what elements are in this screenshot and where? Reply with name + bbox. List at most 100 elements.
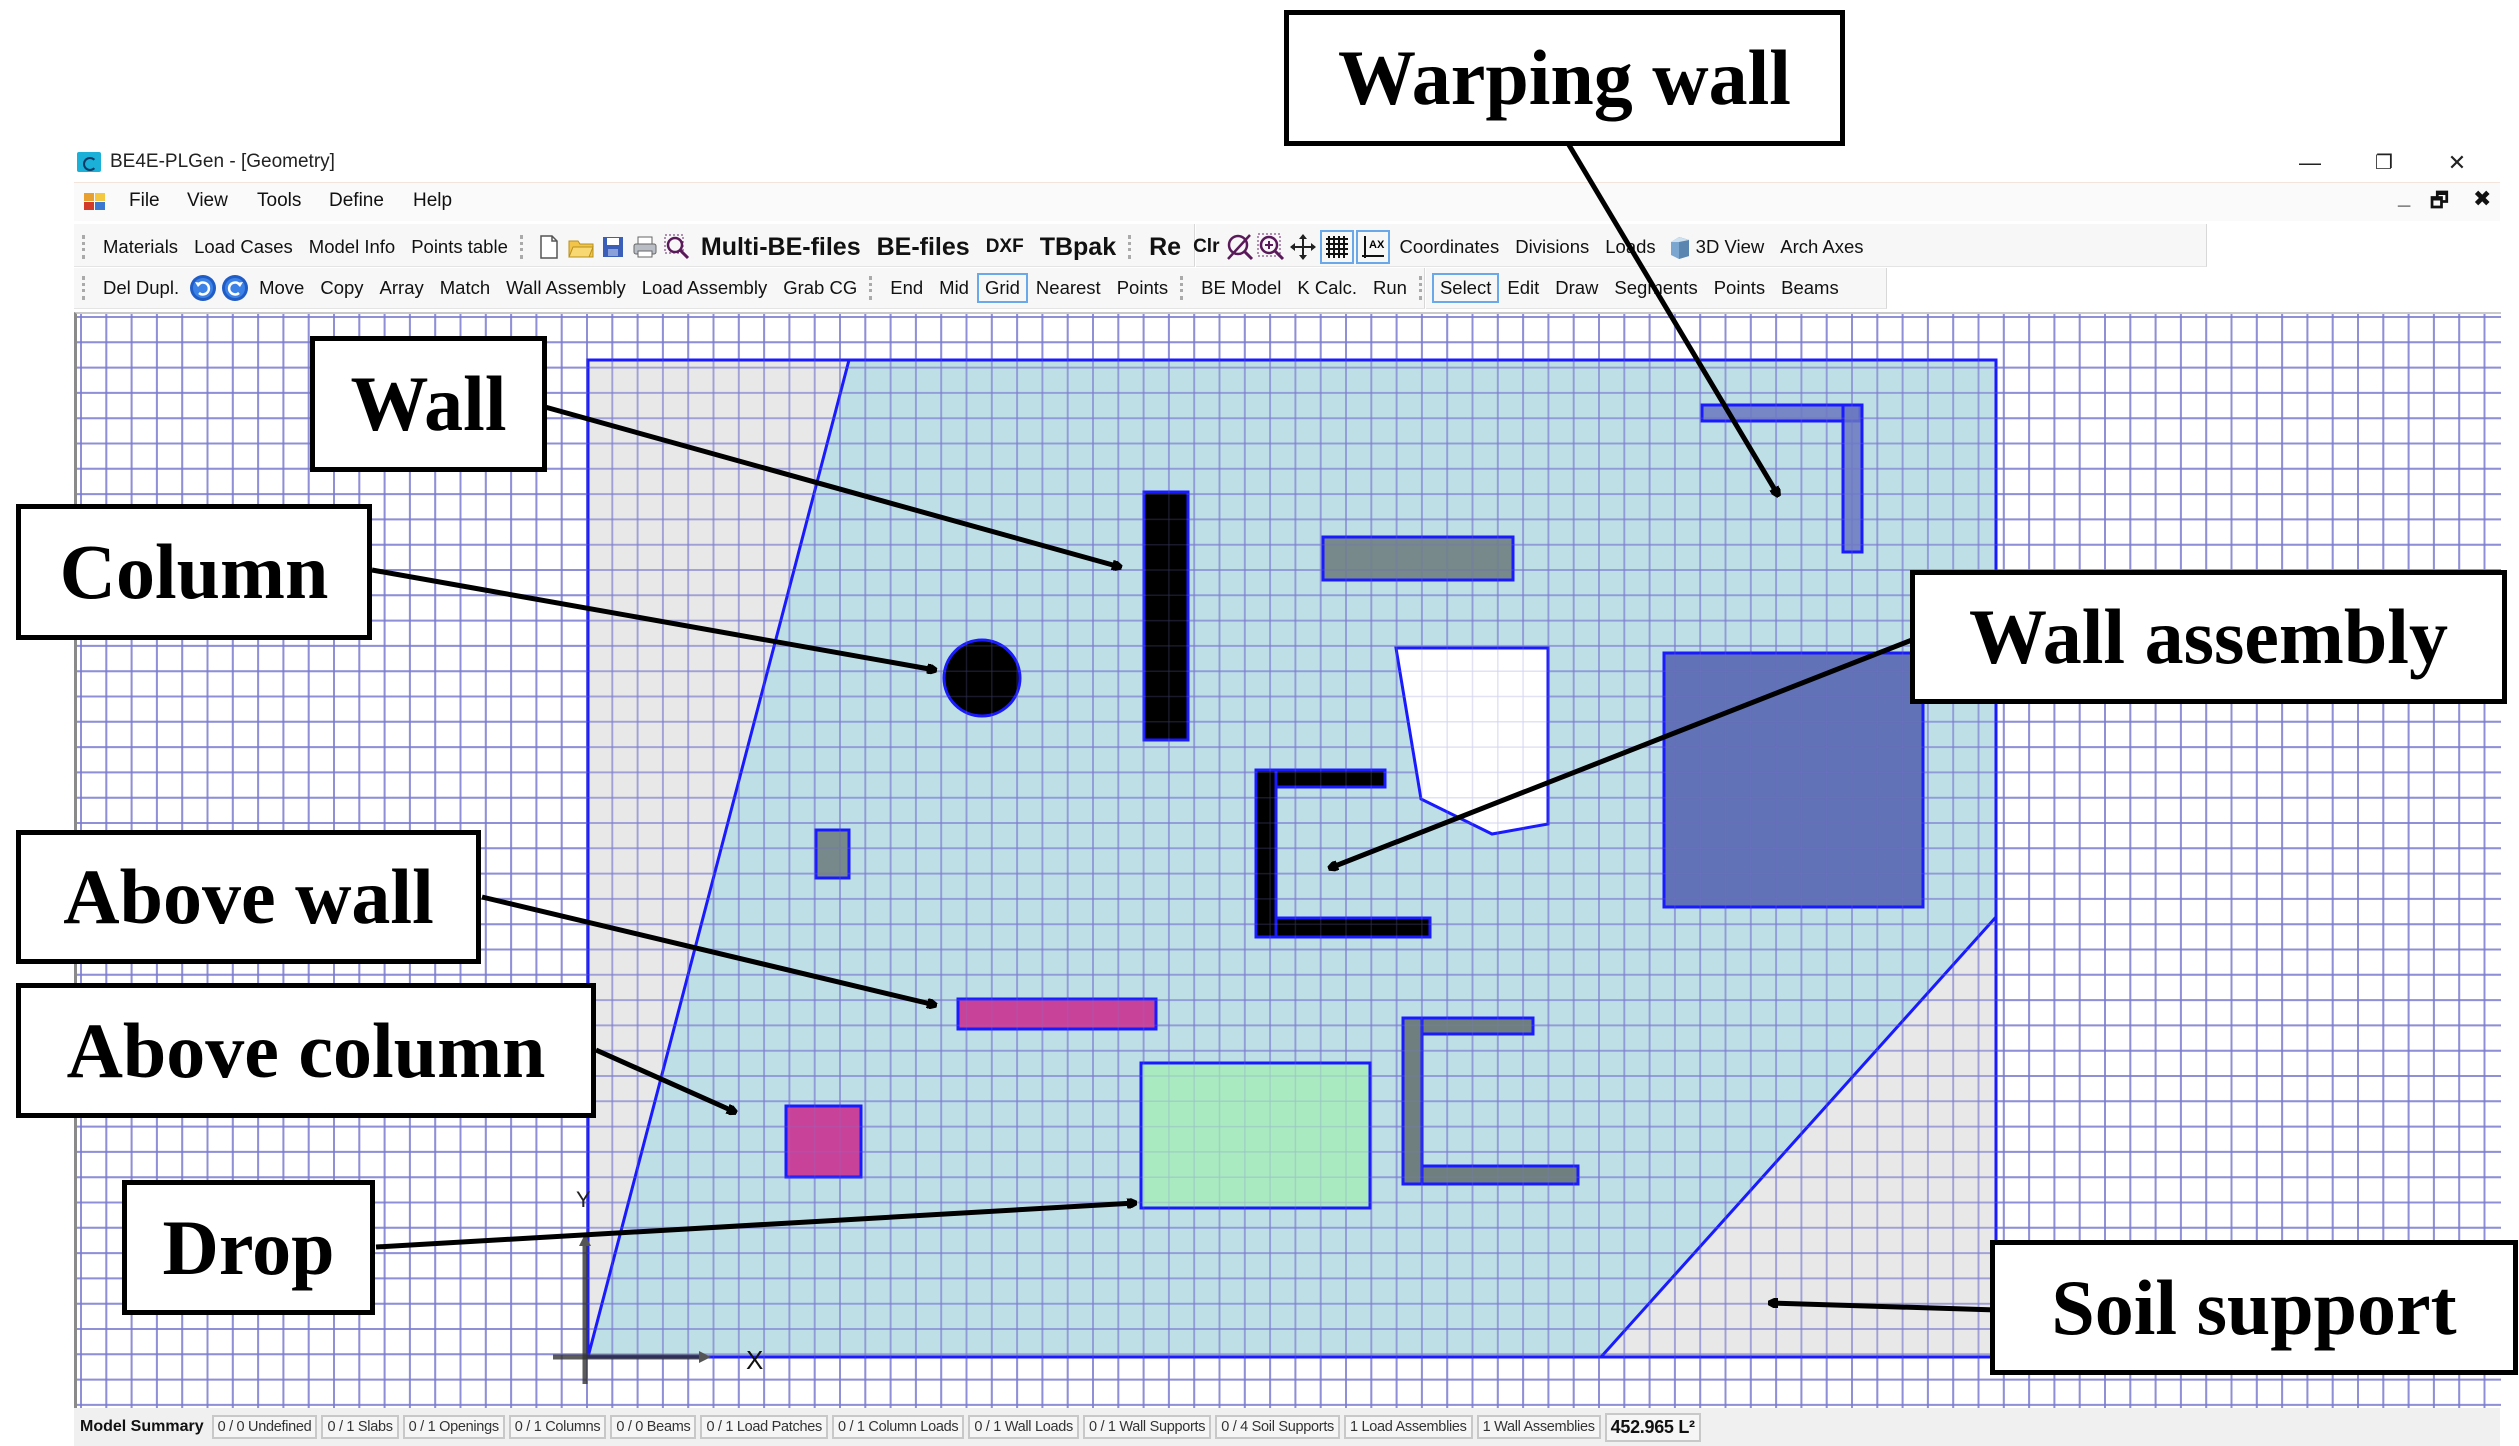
callout-column: Column: [16, 504, 372, 640]
save-icon[interactable]: [598, 232, 628, 262]
callout-warping-wall: Warping wall: [1284, 10, 1845, 146]
status-soil-supports[interactable]: 0 / 4 Soil Supports: [1215, 1415, 1341, 1439]
match-button[interactable]: Match: [432, 273, 498, 303]
callout-above-column: Above column: [16, 983, 596, 1118]
callout-drop: Drop: [122, 1180, 375, 1315]
undo-icon[interactable]: [188, 273, 218, 303]
load-cases-button[interactable]: Load Cases: [186, 232, 301, 262]
callout-soil-support: Soil support: [1990, 1240, 2518, 1375]
x-axis-label: X: [746, 1345, 763, 1375]
above-column[interactable]: [784, 1104, 863, 1179]
column-load-patch[interactable]: [814, 828, 851, 880]
drop[interactable]: [1139, 1061, 1372, 1210]
redo-icon[interactable]: [220, 273, 250, 303]
toolbar-grip[interactable]: [1418, 276, 1426, 300]
load-patch[interactable]: [1662, 651, 1925, 909]
move-button[interactable]: Move: [251, 273, 312, 303]
y-axis-label: Y: [576, 1187, 591, 1212]
status-column-loads[interactable]: 0 / 1 Column Loads: [831, 1415, 965, 1439]
menu-view[interactable]: View: [187, 190, 228, 212]
axes-icon[interactable]: AX: [1356, 230, 1391, 264]
copy-button[interactable]: Copy: [312, 273, 371, 303]
status-columns[interactable]: 0 / 1 Columns: [508, 1415, 607, 1439]
status-beams[interactable]: 0 / 0 Beams: [610, 1415, 697, 1439]
clear-button[interactable]: Clr: [1189, 234, 1223, 260]
zoom-window-icon[interactable]: [662, 232, 692, 262]
loads-button[interactable]: Loads: [1597, 232, 1663, 262]
be-model-button[interactable]: BE Model: [1193, 273, 1289, 303]
open-folder-icon[interactable]: [566, 232, 596, 262]
snap-end-button[interactable]: End: [882, 273, 931, 303]
materials-button[interactable]: Materials: [95, 232, 186, 262]
column[interactable]: [942, 638, 1022, 718]
mdi-restore-button[interactable]: 🗗: [2430, 186, 2449, 220]
menu-tools[interactable]: Tools: [257, 190, 301, 212]
toolbar-grip[interactable]: [82, 276, 89, 300]
toolbar-grip[interactable]: [1180, 276, 1187, 300]
load-assembly-button[interactable]: Load Assembly: [634, 273, 775, 303]
grab-cg-button[interactable]: Grab CG: [775, 273, 865, 303]
zoom-extents-icon[interactable]: [1224, 232, 1254, 262]
menu-help[interactable]: Help: [413, 190, 452, 212]
status-undefined[interactable]: 0 / 0 Undefined: [211, 1415, 318, 1439]
mdi-close-button[interactable]: ✖: [2473, 186, 2491, 212]
tbpak-button[interactable]: TBpak: [1032, 234, 1124, 260]
status-wall-assemblies[interactable]: 1 Wall Assemblies: [1476, 1415, 1601, 1439]
status-load-patches[interactable]: 0 / 1 Load Patches: [700, 1415, 828, 1439]
toolbar-grip[interactable]: [82, 235, 89, 259]
be-files-button[interactable]: BE-files: [869, 234, 978, 260]
snap-nearest-button[interactable]: Nearest: [1028, 273, 1109, 303]
mdi-minimize-button[interactable]: _: [2398, 184, 2410, 210]
above-wall[interactable]: [956, 997, 1158, 1031]
dxf-button[interactable]: DXF: [978, 232, 1032, 262]
array-button[interactable]: Array: [372, 273, 432, 303]
run-button[interactable]: Run: [1365, 273, 1415, 303]
mode-draw-button[interactable]: Draw: [1547, 273, 1606, 303]
model-info-button[interactable]: Model Info: [301, 232, 403, 262]
snap-mid-button[interactable]: Mid: [931, 273, 977, 303]
status-slabs[interactable]: 0 / 1 Slabs: [321, 1415, 399, 1439]
menu-file[interactable]: File: [129, 190, 160, 212]
toolbar-grip[interactable]: [869, 276, 876, 300]
status-openings[interactable]: 0 / 1 Openings: [402, 1415, 505, 1439]
mode-select-button[interactable]: Select: [1431, 273, 1500, 303]
divisions-button[interactable]: Divisions: [1507, 232, 1597, 262]
snap-grid-button[interactable]: Grid: [976, 273, 1028, 303]
print-icon[interactable]: [630, 232, 660, 262]
menu-define[interactable]: Define: [329, 190, 384, 212]
status-wall-supports[interactable]: 0 / 1 Wall Supports: [1082, 1415, 1212, 1439]
status-bar: Model Summary 0 / 0 Undefined 0 / 1 Slab…: [74, 1408, 2500, 1446]
zoom-in-icon[interactable]: [1256, 232, 1286, 262]
document-icon[interactable]: [84, 193, 106, 211]
callout-wall-assembly: Wall assembly: [1910, 570, 2507, 704]
mode-points-button[interactable]: Points: [1706, 273, 1773, 303]
beam-patch[interactable]: [1321, 535, 1515, 582]
coordinates-button[interactable]: Coordinates: [1391, 232, 1507, 262]
mode-edit-button[interactable]: Edit: [1499, 273, 1547, 303]
grid-icon[interactable]: [1320, 230, 1355, 264]
arch-axes-button[interactable]: Arch Axes: [1772, 232, 1871, 262]
close-button[interactable]: ✕: [2437, 148, 2477, 178]
k-calc-button[interactable]: K Calc.: [1289, 273, 1365, 303]
toolbar-grip[interactable]: [519, 235, 527, 259]
pan-icon[interactable]: [1288, 232, 1318, 262]
app-icon: [77, 152, 101, 172]
points-table-button[interactable]: Points table: [403, 232, 516, 262]
restore-button[interactable]: ❐: [2364, 148, 2404, 178]
wall[interactable]: [1142, 490, 1190, 742]
toolbar-row-2: Del Dupl. Move Copy Array Match Wall Ass…: [78, 273, 1847, 303]
toolbar-grip[interactable]: [1128, 235, 1135, 259]
wall-assembly-button[interactable]: Wall Assembly: [498, 273, 634, 303]
minimize-button[interactable]: —: [2290, 148, 2330, 178]
status-wall-loads[interactable]: 0 / 1 Wall Loads: [968, 1415, 1079, 1439]
mode-segments-button[interactable]: Segments: [1606, 273, 1705, 303]
status-slab-area: 452.965 L²: [1604, 1412, 1701, 1442]
redraw-button[interactable]: Re: [1141, 234, 1189, 260]
3d-view-button[interactable]: 3D View: [1696, 232, 1773, 262]
status-load-assemblies[interactable]: 1 Load Assemblies: [1344, 1415, 1473, 1439]
new-file-icon[interactable]: [534, 232, 564, 262]
mode-beams-button[interactable]: Beams: [1773, 273, 1847, 303]
delete-duplicates-button[interactable]: Del Dupl.: [95, 273, 187, 303]
multi-be-files-button[interactable]: Multi-BE-files: [693, 234, 869, 260]
snap-points-button[interactable]: Points: [1109, 273, 1176, 303]
